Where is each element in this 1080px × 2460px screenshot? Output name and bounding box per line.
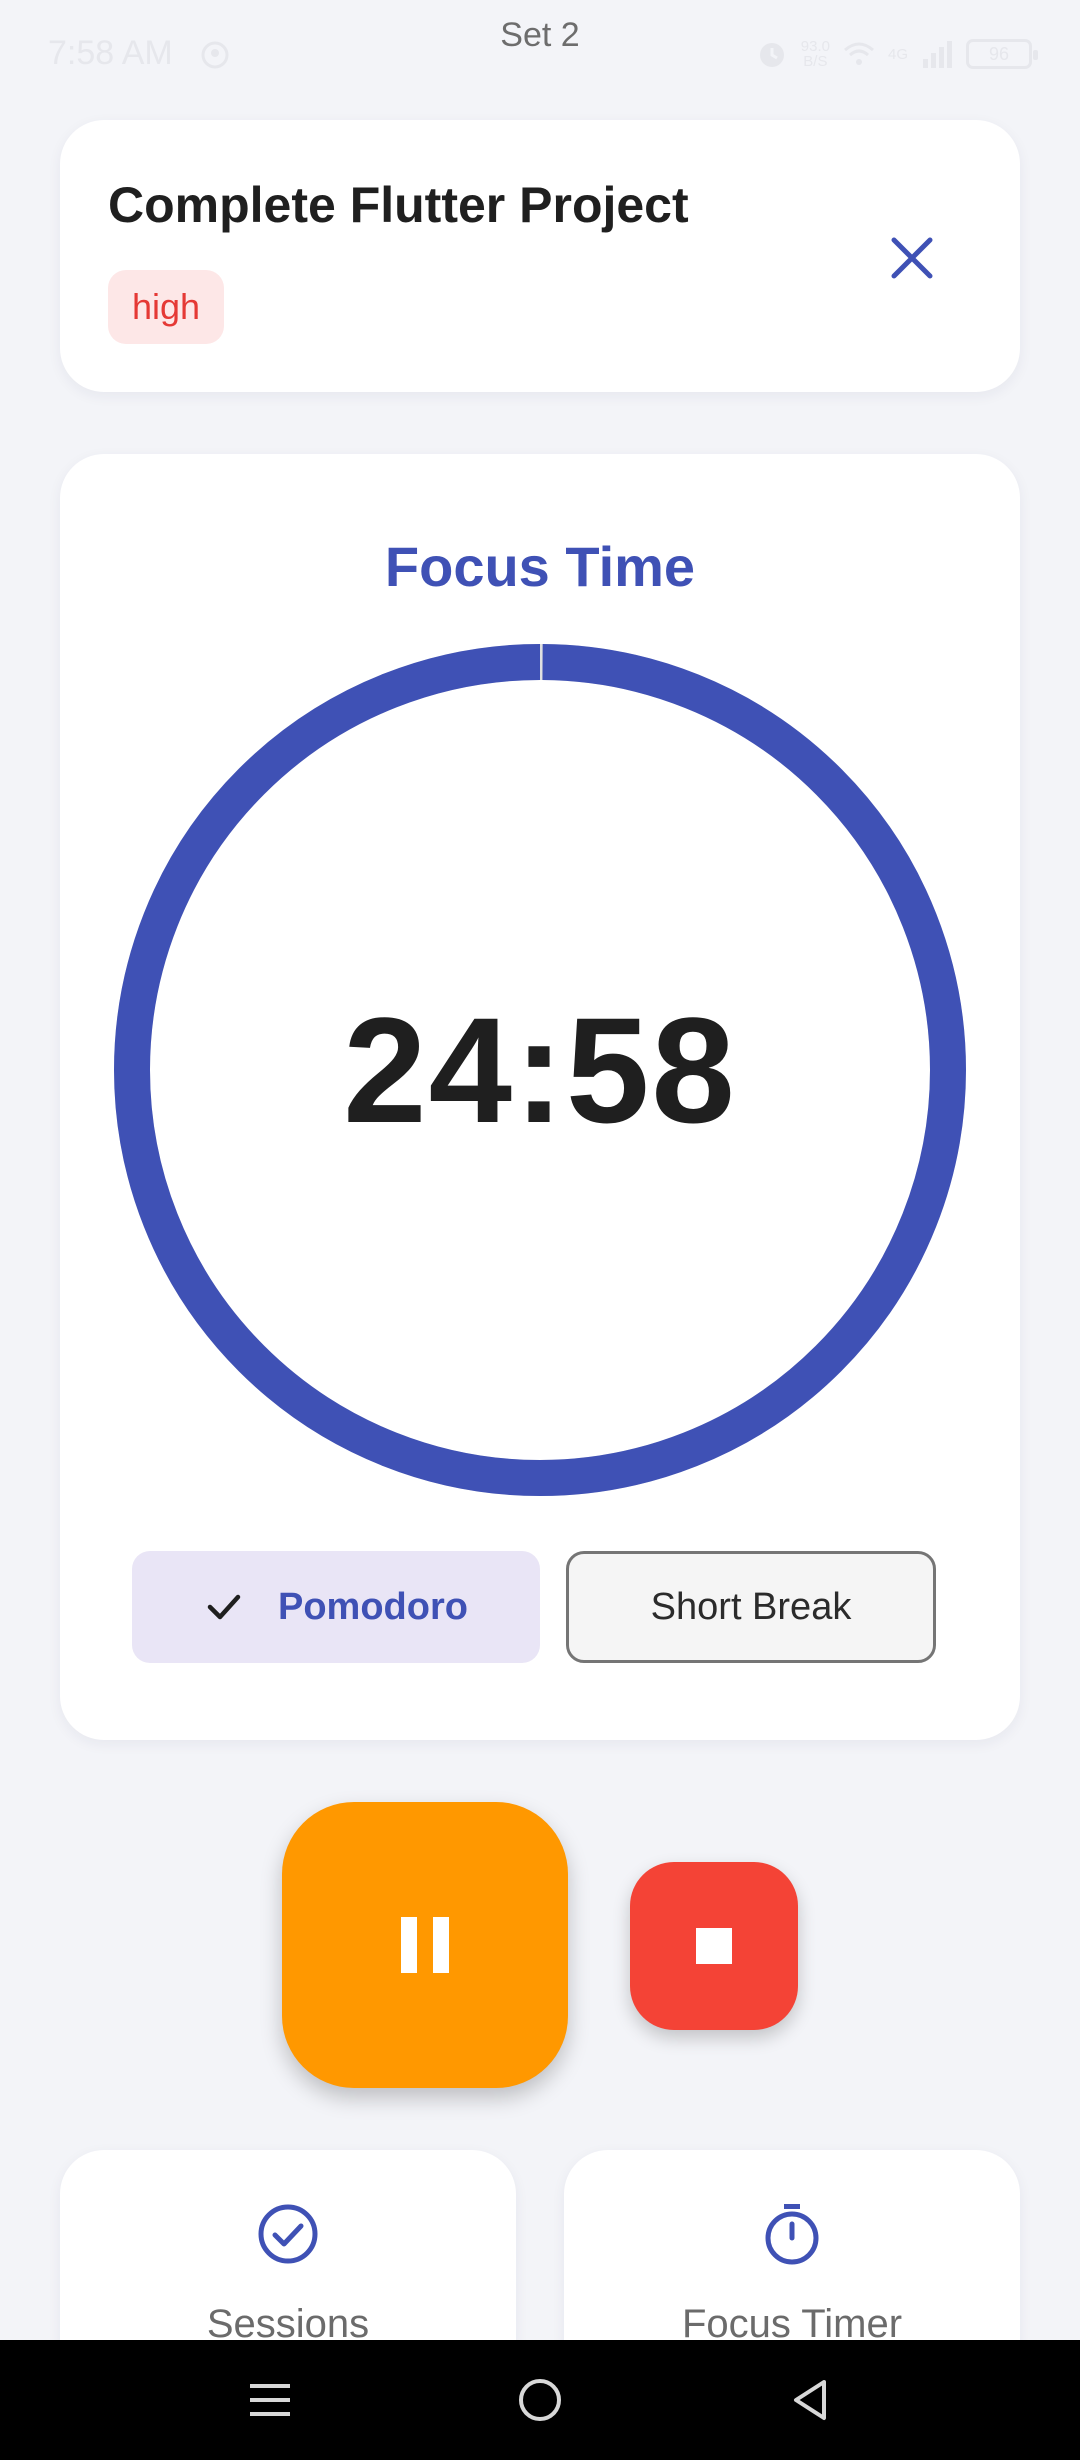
chip-short-break[interactable]: Short Break	[566, 1551, 936, 1663]
check-icon	[207, 1594, 241, 1620]
stop-button[interactable]	[630, 1862, 798, 2030]
system-nav-bar	[0, 2340, 1080, 2460]
back-icon[interactable]	[780, 2370, 840, 2430]
wifi-icon	[842, 37, 876, 71]
task-card: Complete Flutter Project high	[60, 120, 1020, 392]
check-circle-icon	[60, 2202, 516, 2266]
menu-icon[interactable]	[240, 2370, 300, 2430]
priority-badge: high	[108, 270, 225, 344]
battery-icon: 96	[966, 39, 1038, 69]
net-speed-value: 93.0	[800, 38, 830, 55]
mode-title: Focus Time	[384, 535, 696, 598]
stop-icon	[696, 1928, 732, 1964]
network-type: 4G	[887, 45, 908, 63]
alarm-icon	[755, 37, 789, 71]
timer-ring: 24:58	[110, 640, 970, 1500]
timer-icon	[564, 2202, 1020, 2266]
chip-pomodoro[interactable]: Pomodoro	[132, 1551, 540, 1663]
time-display: 24:58	[343, 985, 737, 1154]
task-title: Complete Flutter Project	[108, 177, 689, 233]
timer-card: Focus Time 24:58 Pomodoro Short Break	[60, 454, 1020, 1740]
chip-pomodoro-label: Pomodoro	[278, 1585, 468, 1628]
mode-chips: Pomodoro Short Break	[132, 1551, 936, 1663]
pause-icon	[401, 1917, 449, 1973]
net-speed-unit: B/S	[803, 53, 828, 70]
home-icon[interactable]	[510, 2370, 570, 2430]
status-icons: 93.0 B/S 4G 96	[755, 34, 1038, 74]
pause-button[interactable]	[282, 1802, 568, 2088]
signal-icon	[920, 37, 954, 71]
chip-short-break-label: Short Break	[650, 1585, 852, 1628]
status-bar: 7:58 AM Set 2 93.0 B/S 4G 96	[0, 0, 1080, 110]
close-button[interactable]	[882, 228, 942, 288]
close-icon	[891, 237, 933, 279]
net-speed: 93.0 B/S	[801, 39, 830, 69]
